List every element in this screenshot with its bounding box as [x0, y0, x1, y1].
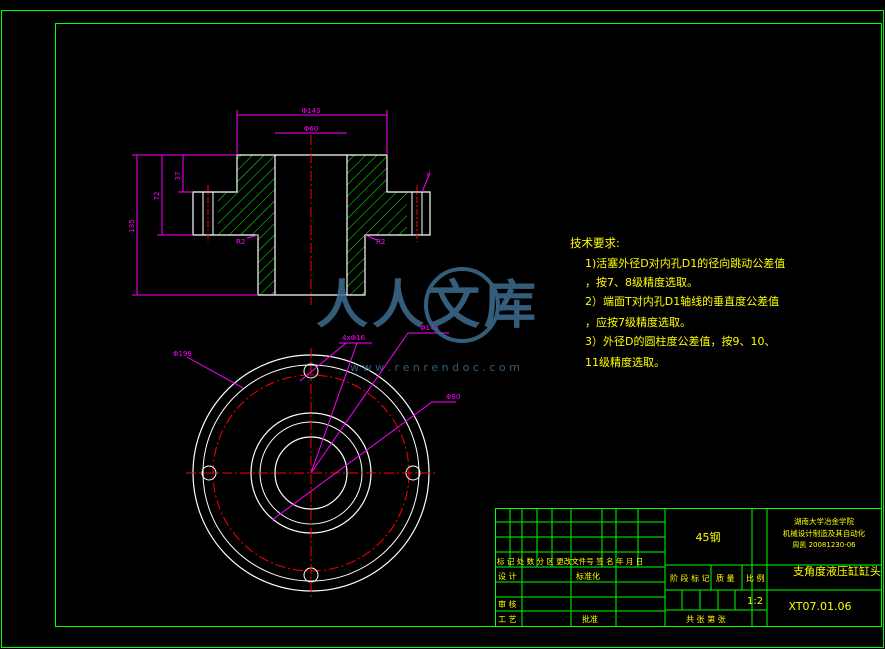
tb-row-labels: 标 记 处 数 分 区 更改文件号 签 名 年 月 日 — [497, 556, 643, 566]
tb-sheets: 共 张 第 张 — [686, 614, 726, 624]
technical-notes: 技术要求: 1)活塞外径D对内孔D1的径向跳动公差值 ，按7、8级精度选取。 2… — [570, 236, 785, 369]
notes-line-1: 1)活塞外径D对内孔D1的径向跳动公差值 — [585, 256, 785, 270]
tb-material: 45钢 — [696, 531, 721, 544]
dim-d60-label: Φ60 — [304, 125, 318, 133]
notes-line-5: 3）外径D的圆柱度公差值，按9、10、 — [585, 334, 775, 348]
dim-d198-label: Φ198 — [173, 350, 192, 358]
tb-school-2: 机械设计制造及其自动化 — [783, 528, 866, 538]
notes-line-6: 11级精度选取。 — [585, 355, 665, 369]
tb-stage: 阶 段 标 记 — [670, 573, 710, 583]
tb-part-name: 支角度液压缸缸头 — [793, 564, 881, 578]
tb-scale: 1:2 — [747, 596, 763, 607]
dim-d80-label: Φ80 — [446, 393, 460, 401]
notes-line-3: 2）端面T对内孔D1轴线的垂直度公差值 — [585, 294, 779, 308]
watermark: 人人文库 w w w . r e n r e n d o c . c o m — [316, 267, 540, 374]
notes-line-4: ，应按7级精度选取。 — [585, 315, 691, 329]
dim-r2-right-label: R2 — [376, 238, 385, 246]
dim-r2-left-label: R2 — [236, 238, 245, 246]
tb-school-1: 湖南大学冶金学院 — [794, 516, 854, 526]
section-left-hatch — [218, 155, 275, 295]
tb-process: 工 艺 — [498, 615, 517, 624]
notes-title: 技术要求: — [570, 236, 620, 250]
notes-line-2: ，按7、8级精度选取。 — [585, 275, 698, 289]
surface-mark-label: √ — [426, 170, 431, 178]
tb-design: 设 计 — [498, 571, 517, 581]
watermark-url: w w w . r e n r e n d o c . c o m — [350, 361, 520, 374]
dim-h72-label: 72 — [153, 192, 161, 201]
drawing-canvas: Φ143 Φ60 37 72 135 R2 R2 √ Φ198 4xΦ16 Φ1… — [1, 10, 884, 648]
title-block-text: 标 记 处 数 分 区 更改文件号 签 名 年 月 日 设 计 标准化 审 核 … — [497, 516, 881, 624]
dim-h37-label: 37 — [174, 172, 182, 181]
tb-ratio: 比 例 — [746, 573, 765, 583]
tb-approve: 批准 — [582, 614, 598, 624]
tb-drawing-no: XT07.01.06 — [788, 600, 851, 613]
tb-standard: 标准化 — [576, 571, 600, 581]
dim-d143-label: Φ143 — [302, 107, 321, 115]
section-right-hatch — [347, 155, 407, 295]
tb-school-3: 周凯 20081230-06 — [792, 540, 856, 549]
watermark-logo-text: 人人文库 — [316, 276, 540, 336]
dim-h135-label: 135 — [128, 219, 136, 232]
tb-weight: 质 量 — [716, 573, 735, 583]
tb-review: 审 核 — [498, 599, 517, 609]
